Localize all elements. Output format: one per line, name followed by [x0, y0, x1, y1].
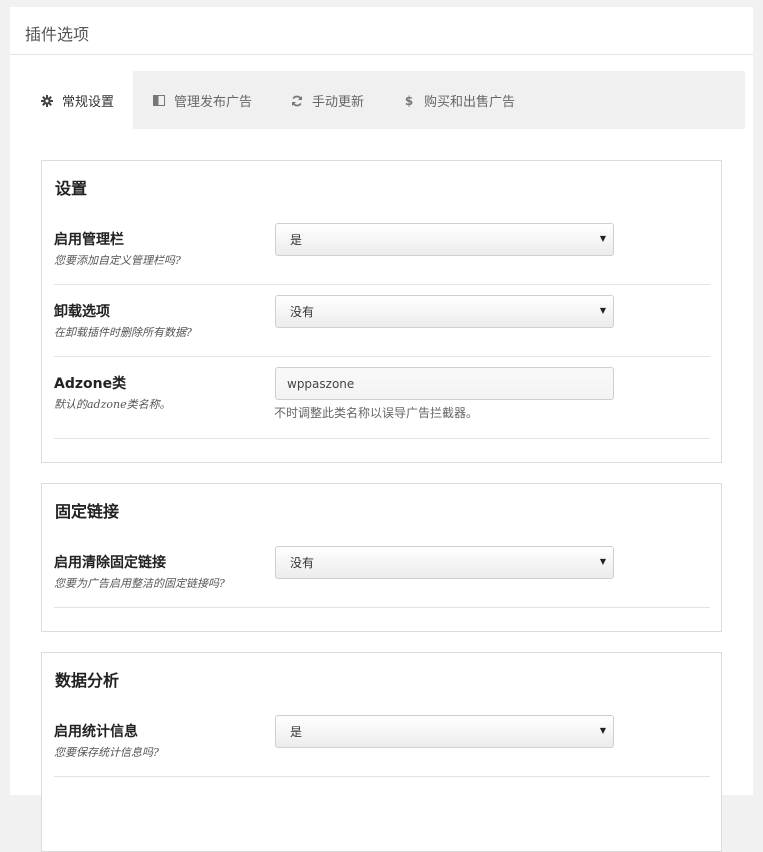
select-value: 没有	[290, 305, 315, 319]
permalinks-section: 固定链接 启用清除固定链接 您要为广告启用整洁的固定链接吗? 没有 ▼	[41, 483, 722, 632]
row-description: 您要为广告启用整洁的固定链接吗?	[54, 577, 225, 590]
row-label: 启用清除固定链接	[54, 555, 166, 571]
row-label: 启用统计信息	[54, 724, 138, 740]
dollar-icon: $	[404, 93, 414, 108]
section-title: 数据分析	[55, 671, 120, 690]
row-description: 您要保存统计信息吗?	[54, 746, 159, 759]
tab-bar: 常规设置 管理发布广告 手动更新 $ 购买和出售广告	[21, 71, 745, 130]
stats-select[interactable]: 是 ▼	[275, 715, 614, 748]
refresh-icon	[291, 95, 303, 107]
tab-label: 常规设置	[62, 95, 115, 110]
row-label: 启用管理栏	[54, 232, 124, 248]
columns-icon	[153, 95, 165, 107]
section-title: 固定链接	[55, 502, 120, 521]
select-value: 没有	[290, 556, 315, 570]
dropdown-arrow-icon: ▼	[599, 557, 606, 566]
tab-manual-update[interactable]: 手动更新	[271, 71, 383, 130]
dropdown-arrow-icon: ▼	[599, 306, 606, 315]
dropdown-arrow-icon: ▼	[599, 234, 606, 243]
row-description: 您要添加自定义管理栏吗?	[54, 254, 181, 267]
adzone-class-input[interactable]: wppaszone	[275, 367, 614, 400]
field-help-text: 不时调整此类名称以误导广告拦截器。	[274, 406, 479, 420]
row-label: Adzone类	[54, 376, 127, 392]
analytics-section: 数据分析 启用统计信息 您要保存统计信息吗? 是 ▼	[41, 652, 722, 852]
dropdown-arrow-icon: ▼	[599, 726, 606, 735]
tab-label: 购买和出售广告	[424, 95, 516, 110]
clean-permalinks-row: 启用清除固定链接 您要为广告启用整洁的固定链接吗? 没有 ▼	[54, 546, 710, 608]
row-description: 默认的adzone类名称。	[54, 398, 171, 411]
tab-manage-ads[interactable]: 管理发布广告	[133, 71, 271, 130]
admin-bar-select[interactable]: 是 ▼	[275, 223, 614, 256]
select-value: 是	[290, 233, 303, 247]
select-value: 是	[290, 725, 303, 739]
row-description: 在卸载插件时删除所有数据?	[54, 326, 192, 339]
clean-permalinks-select[interactable]: 没有 ▼	[275, 546, 614, 579]
tab-general-settings[interactable]: 常规设置	[21, 71, 133, 130]
options-content: 常规设置 管理发布广告 手动更新 $ 购买和出售广告 设置 启用管理栏 您要添加…	[10, 55, 753, 852]
tab-label: 管理发布广告	[174, 95, 253, 110]
gear-icon	[41, 94, 53, 107]
adzone-class-row: Adzone类 默认的adzone类名称。 wppaszone 不时调整此类名称…	[54, 367, 710, 439]
tab-panel-general: 设置 启用管理栏 您要添加自定义管理栏吗? 是 ▼ 卸载选项 在卸载插件时删除所…	[21, 129, 745, 852]
row-label: 卸载选项	[54, 304, 110, 320]
admin-bar-row: 启用管理栏 您要添加自定义管理栏吗? 是 ▼	[54, 223, 710, 285]
panel-header: 插件选项	[10, 7, 753, 55]
stats-row: 启用统计信息 您要保存统计信息吗? 是 ▼	[54, 715, 710, 777]
tab-label: 手动更新	[312, 95, 365, 110]
section-title: 设置	[55, 179, 88, 198]
uninstall-row: 卸载选项 在卸载插件时删除所有数据? 没有 ▼	[54, 295, 710, 357]
tab-buy-sell-ads[interactable]: $ 购买和出售广告	[383, 71, 533, 130]
settings-section: 设置 启用管理栏 您要添加自定义管理栏吗? 是 ▼ 卸载选项 在卸载插件时删除所…	[41, 160, 722, 463]
page-title: 插件选项	[25, 25, 90, 44]
uninstall-select[interactable]: 没有 ▼	[275, 295, 614, 328]
